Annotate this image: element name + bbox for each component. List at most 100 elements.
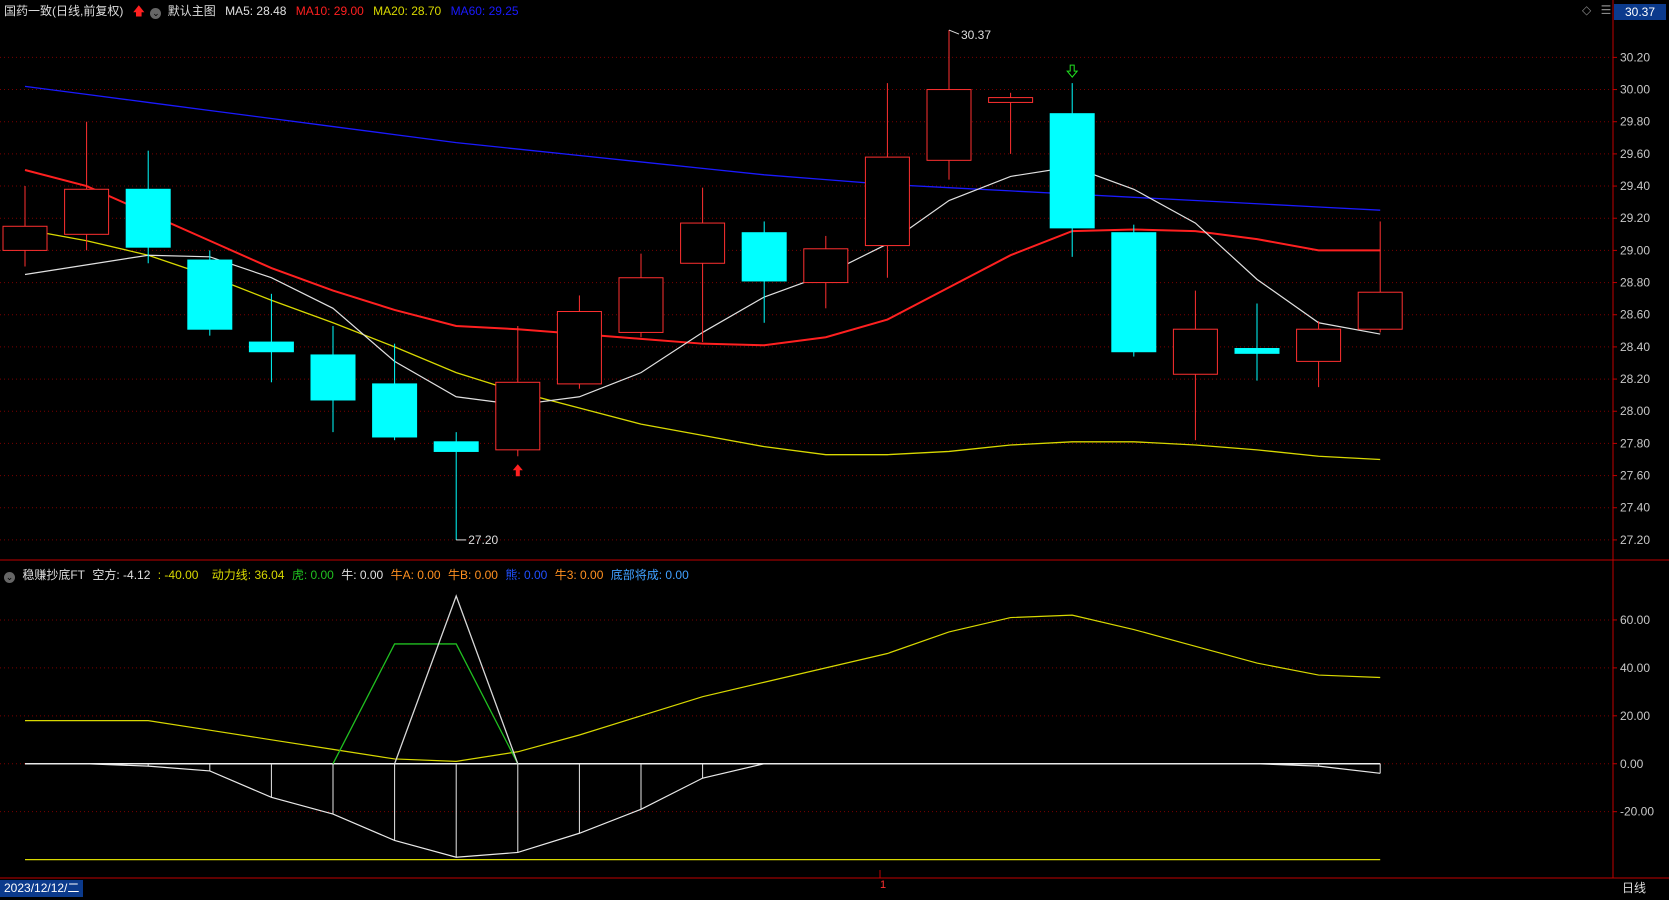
candle-body (1296, 328, 1342, 362)
niu3-value: 牛3: 0.00 (554, 568, 604, 582)
price-tick-label: 27.80 (1620, 436, 1650, 450)
candle (248, 293, 294, 383)
price-tick-label: 30.00 (1620, 83, 1650, 97)
indicator-name[interactable]: 稳赚抄底FT (22, 568, 85, 582)
candle-body (988, 97, 1034, 103)
candle-body (433, 441, 479, 452)
candle-body (741, 232, 787, 282)
niuB-value: 牛B: 0.00 (447, 568, 498, 582)
price-tick-label: 28.60 (1620, 308, 1650, 322)
sell-arrow-icon (1066, 64, 1079, 78)
price-tick-label: 28.00 (1620, 404, 1650, 418)
candle-body (618, 277, 664, 333)
indicator-tick-label: 0.00 (1620, 757, 1644, 771)
price-axis: 30.20 30.00 29.80 29.60 29.40 29.20 29.00 28.80… (1613, 50, 1650, 547)
price-tick-label: 27.60 (1620, 469, 1650, 483)
ma10-value: MA10: 29.00 (295, 4, 364, 18)
indicator-axis: 60.00 40.00 20.00 0.00 -20.00 (1613, 613, 1654, 819)
template-label[interactable]: 默认主图 (168, 4, 216, 18)
candle-body (803, 248, 849, 284)
indicator-settings-icon[interactable]: ⌄ (4, 572, 15, 583)
candle-body (1049, 113, 1095, 229)
candle (556, 295, 602, 389)
candle (1111, 224, 1157, 357)
chart-header: 国药一致(日线,前复权) 🡅 ⌄ 默认主图 MA5: 28.48 MA10: 2… (4, 2, 525, 19)
menu-icon[interactable]: ☰ (1601, 3, 1612, 17)
cursor-date-badge: 2023/12/12/二 (0, 880, 84, 897)
hu-line (332, 643, 519, 765)
price-tick-label: 29.00 (1620, 243, 1650, 257)
stock-title[interactable]: 国药一致(日线,前复权) (4, 4, 123, 18)
chart-frame: 1 (0, 0, 1669, 891)
price-annotations: 30.37 27.20 (456, 28, 1079, 547)
price-tick-label: 28.80 (1620, 276, 1650, 290)
candle-body (248, 341, 294, 353)
top-right-tools: ◇ ☰ (1582, 3, 1611, 17)
peak-line (393, 594, 519, 764)
price-tick-label: 29.20 (1620, 211, 1650, 225)
price-tick-label: 27.20 (1620, 533, 1650, 547)
candle-body (1172, 328, 1218, 375)
period-label[interactable]: 日线 (1622, 880, 1646, 897)
indicator-panel (0, 594, 1613, 861)
niu-value: 牛: 0.00 (341, 568, 384, 582)
price-tick-label: 29.60 (1620, 147, 1650, 161)
annotation-leader (948, 29, 960, 35)
candle-body (495, 381, 541, 451)
niuA-value: 牛A: 0.00 (390, 568, 441, 582)
candle-body (926, 89, 972, 161)
dongli-value: 动力线: 36.04 (211, 568, 285, 582)
xiong-value: 熊: 0.00 (505, 568, 548, 582)
candle (310, 325, 356, 433)
candle-body (556, 311, 602, 385)
candle (1172, 290, 1218, 441)
candle (618, 253, 664, 338)
candle-body (187, 259, 233, 330)
candle-body (1234, 348, 1280, 354)
candle-body (372, 383, 418, 438)
candle (495, 325, 541, 457)
indicator-tick-label: 20.00 (1620, 709, 1650, 723)
candle (803, 235, 849, 309)
ma5-value: MA5: 28.48 (225, 4, 287, 18)
indicator-tick-label: 40.00 (1620, 661, 1650, 675)
price-tick-label: 27.40 (1620, 501, 1650, 515)
candle-body (680, 222, 726, 264)
stock-chart[interactable]: 1 30.37 27.20 30.20 30.00 29.80 29.60 29.40 29… (0, 0, 1669, 900)
buy-arrow-icon (512, 464, 523, 477)
ma20-value: MA20: 28.70 (373, 4, 442, 18)
candle-body (1357, 291, 1403, 330)
candle (2, 186, 48, 267)
price-tick-label: 29.40 (1620, 179, 1650, 193)
kongfang2-value: : -40.00 (157, 568, 199, 582)
kongfang-line (25, 763, 1381, 858)
candle (741, 221, 787, 323)
price-tick-label: 28.40 (1620, 340, 1650, 354)
candle-body (2, 225, 48, 251)
current-price-badge: 30.37 (1614, 4, 1666, 20)
indicator-tick-label: -20.00 (1620, 805, 1654, 819)
price-tick-label: 29.80 (1620, 115, 1650, 129)
ma60-value: MA60: 29.25 (450, 4, 519, 18)
candlestick-series (2, 30, 1403, 540)
price-tick-label: 28.20 (1620, 372, 1650, 386)
candle (988, 92, 1034, 154)
indicator-header: ⌄ 稳赚抄底FT 空方: -4.12 : -40.00 动力线: 36.04 虎… (4, 566, 693, 583)
candle (64, 121, 110, 251)
hu-value: 虎: 0.00 (291, 568, 334, 582)
candle (1296, 321, 1342, 388)
candle-body (1111, 232, 1157, 353)
annotation-label: 30.37 (961, 28, 991, 42)
dropdown-icon[interactable]: ⌄ (150, 8, 162, 19)
candle (1357, 221, 1403, 333)
dibu-value: 底部将成: 0.00 (610, 568, 689, 582)
candle (433, 432, 479, 540)
up-arrow-icon: 🡅 (132, 4, 146, 18)
kongfang-value: 空方: -4.12 (92, 568, 151, 582)
candle-body (864, 156, 910, 247)
diamond-icon[interactable]: ◇ (1582, 3, 1591, 17)
candle (864, 83, 910, 278)
candle-body (310, 354, 356, 401)
indicator-tick-label: 60.00 (1620, 613, 1650, 627)
candle (372, 343, 418, 441)
